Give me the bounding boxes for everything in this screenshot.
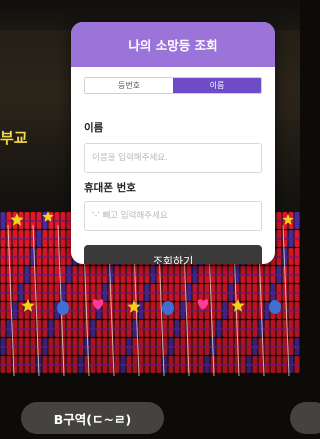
side-location-text: 부교 (0, 129, 28, 147)
modal-title: 나의 소망등 조회 (128, 38, 218, 53)
lookup-button[interactable]: 조회하기 (84, 245, 262, 264)
zone-select-button[interactable]: B구역(ㄷ~ㄹ) (21, 402, 164, 434)
tab-lantern-number[interactable]: 등번호 (85, 78, 173, 93)
lookup-type-tabs: 등번호 이름 (84, 77, 262, 94)
tab-name[interactable]: 이름 (173, 78, 261, 93)
modal-header: 나의 소망등 조회 (71, 22, 275, 67)
next-zone-button[interactable] (290, 402, 320, 434)
phone-field-label: 휴대폰 번호 (84, 182, 136, 194)
name-input[interactable] (84, 143, 262, 173)
name-field-label: 이름 (84, 122, 104, 134)
phone-input[interactable] (84, 201, 262, 231)
wish-lantern-lookup-modal: 나의 소망등 조회 등번호 이름 이름 휴대폰 번호 조회하기 (71, 22, 275, 264)
